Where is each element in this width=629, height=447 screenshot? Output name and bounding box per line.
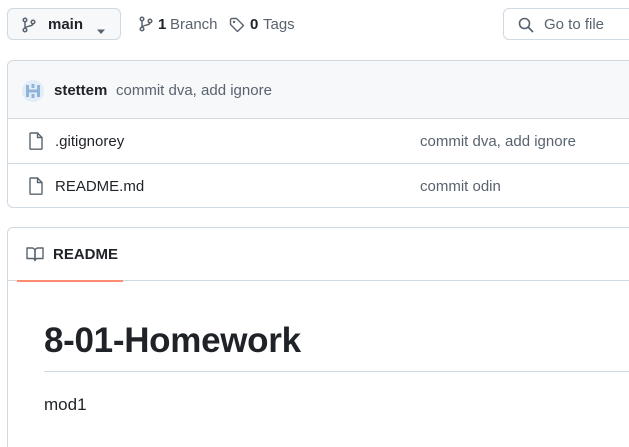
heading-divider [44, 371, 629, 372]
file-name[interactable]: .gitignorey [55, 133, 124, 150]
readme-tab-label: README [53, 246, 119, 263]
file-icon [28, 132, 44, 155]
branch-name: main [48, 16, 84, 33]
readme-heading: 8-01-Homework [44, 321, 301, 360]
file-commit-message[interactable]: commit dva, add ignore [420, 133, 576, 150]
repo-toolbar: main 1 Branch 0 Tags Go to file [7, 8, 629, 42]
branch-count: 1 [158, 16, 167, 33]
file-name[interactable]: README.md [55, 178, 144, 195]
tag-count-label: Tags [263, 16, 295, 33]
commit-author[interactable]: stettem [54, 82, 107, 99]
readme-tab-bar: README [8, 228, 629, 282]
active-tab-underline [17, 280, 123, 282]
tab-readme[interactable]: README [17, 228, 123, 282]
branch-count-label: Branch [170, 16, 218, 33]
readme-panel: README 8-01-Homework mod1 [7, 227, 629, 447]
repo-page: main 1 Branch 0 Tags Go to file stettem … [0, 0, 629, 447]
file-commit-message[interactable]: commit odin [420, 178, 501, 195]
book-icon [26, 246, 44, 267]
search-icon [518, 17, 534, 38]
chevron-down-icon [96, 22, 106, 40]
tag-icon [229, 17, 245, 38]
file-icon [28, 177, 44, 200]
file-list: stettem commit dva, add ignore .gitignor… [7, 60, 629, 208]
file-row[interactable]: .gitignorey commit dva, add ignore [8, 119, 629, 164]
branch-selector-button[interactable]: main [7, 8, 121, 40]
git-branch-icon [21, 17, 37, 38]
tag-count: 0 [250, 16, 259, 33]
go-to-file-placeholder: Go to file [544, 16, 605, 33]
git-branch-icon [138, 16, 154, 37]
go-to-file-input[interactable]: Go to file [503, 8, 629, 40]
file-row[interactable]: README.md commit odin [8, 164, 629, 207]
latest-commit-bar: stettem commit dva, add ignore [8, 61, 629, 119]
avatar[interactable] [22, 80, 44, 102]
commit-message[interactable]: commit dva, add ignore [116, 82, 272, 99]
readme-body-text: mod1 [44, 395, 87, 414]
